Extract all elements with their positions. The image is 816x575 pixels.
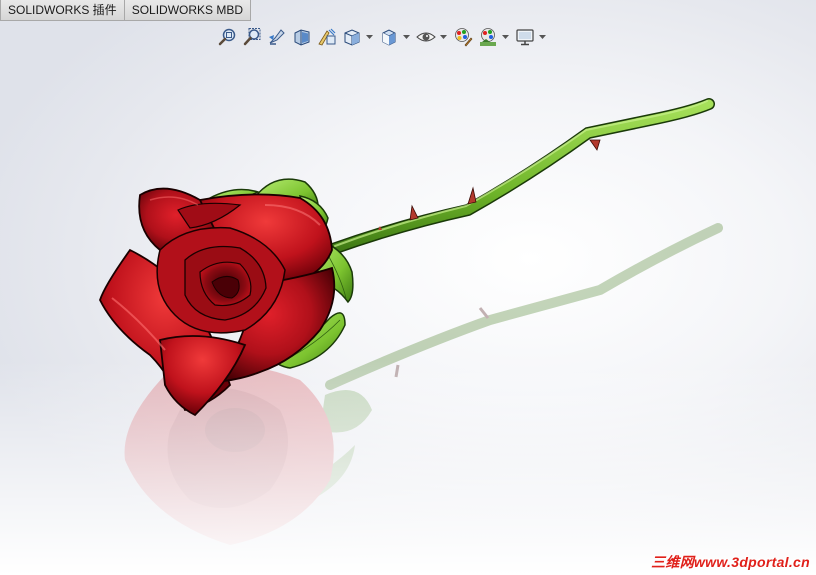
display-style-icon [382,29,396,46]
zoom-to-fit-button[interactable] [216,26,238,48]
rose-model-viewport[interactable] [0,0,816,575]
heads-up-view-toolbar [216,25,551,49]
apply-scene-icon [480,28,496,46]
command-manager-tabs: SOLIDWORKS 插件 SOLIDWORKS MBD [0,0,252,21]
section-view-icon [294,29,310,46]
view-orientation-dropdown[interactable] [366,26,373,48]
site-watermark: 三维网www.3dportal.cn [651,554,810,570]
tab-solidworks-addins[interactable]: SOLIDWORKS 插件 [0,0,125,21]
zoom-to-area-button[interactable] [241,26,263,48]
chevron-down-icon [502,34,509,39]
view-orientation-icon [344,29,360,46]
edit-appearance-button[interactable] [452,26,474,48]
edit-appearance-icon [455,28,473,47]
chevron-down-icon [539,34,546,39]
display-style-dropdown[interactable] [403,26,410,48]
view-settings-dropdown[interactable] [539,26,546,48]
section-view-button[interactable] [291,26,313,48]
view-settings-button[interactable] [514,26,536,48]
dynamic-annotation-views-button[interactable] [316,26,338,48]
previous-view-icon [269,29,285,45]
apply-scene-button[interactable] [477,26,499,48]
graphics-area[interactable]: SOLIDWORKS 插件 SOLIDWORKS MBD 三维网www.3dpo… [0,0,816,575]
chevron-down-icon [403,34,410,39]
hide-show-items-button[interactable] [415,26,437,48]
tab-solidworks-mbd[interactable]: SOLIDWORKS MBD [124,0,252,21]
hide-show-items-icon [416,32,436,42]
zoom-to-area-icon [243,28,261,46]
view-orientation-button[interactable] [341,26,363,48]
rose-stem [324,98,715,256]
display-style-button[interactable] [378,26,400,48]
dynamic-annotation-views-icon [318,28,336,46]
monitor-icon [516,29,534,46]
chevron-down-icon [366,34,373,39]
apply-scene-dropdown[interactable] [502,26,509,48]
hide-show-items-dropdown[interactable] [440,26,447,48]
chevron-down-icon [440,34,447,39]
zoom-to-fit-icon [218,28,236,46]
previous-view-button[interactable] [266,26,288,48]
reflection-fade [0,360,816,575]
